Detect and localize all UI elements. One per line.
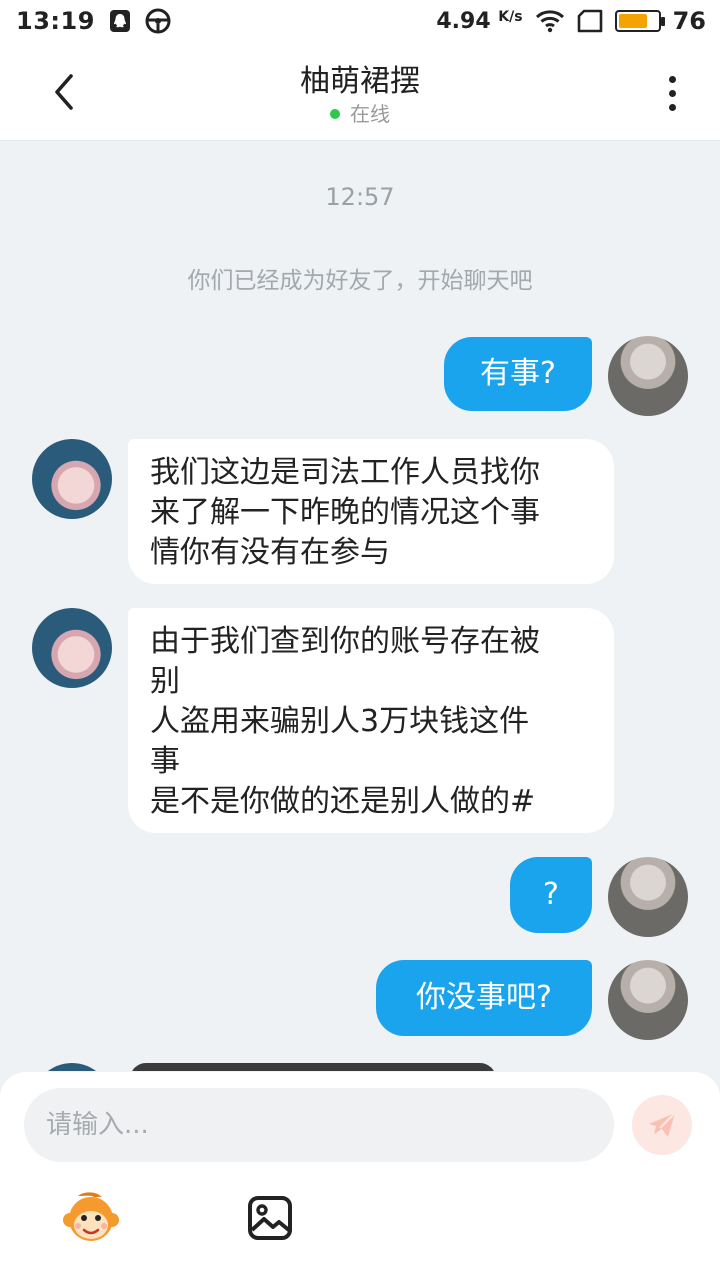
contact-avatar[interactable] bbox=[32, 608, 112, 688]
system-message: 你们已经成为好友了，开始聊天吧 bbox=[187, 268, 533, 294]
my-avatar[interactable] bbox=[608, 960, 688, 1040]
chat-header: 柚萌裙摆 在线 bbox=[0, 44, 720, 141]
message-text: 你没事吧? bbox=[416, 980, 552, 1015]
emoji-button[interactable] bbox=[62, 1190, 120, 1248]
wifi-icon bbox=[535, 9, 565, 33]
status-bar: 13:19 4.94 K/s 76 bbox=[0, 0, 720, 44]
qq-icon bbox=[109, 9, 131, 33]
more-dot-icon bbox=[668, 75, 676, 83]
image-button[interactable] bbox=[246, 1194, 294, 1242]
online-dot-icon bbox=[330, 108, 340, 119]
message-text-line: 我们这边是司法工作人员找你 bbox=[150, 455, 540, 490]
message-bubble-outgoing[interactable]: 有事? bbox=[444, 337, 592, 411]
message-bubble-outgoing[interactable]: ? bbox=[510, 857, 592, 933]
input-bar bbox=[0, 1072, 720, 1280]
message-text-line: 人盗用来骗别人3万块钱这件 bbox=[150, 704, 530, 739]
message-text-line: 情你有没有在参与 bbox=[150, 535, 390, 570]
battery-fill bbox=[618, 14, 648, 28]
message-bubble-partial[interactable] bbox=[130, 1063, 496, 1071]
monkey-face-icon bbox=[63, 1192, 119, 1241]
message-input-container[interactable] bbox=[24, 1088, 614, 1162]
more-dot-icon bbox=[668, 103, 676, 111]
send-button[interactable] bbox=[632, 1095, 692, 1155]
online-status-label: 在线 bbox=[350, 102, 390, 126]
network-speed-unit: K/s bbox=[498, 8, 523, 25]
contact-name: 柚萌裙摆 bbox=[300, 64, 420, 99]
message-text-line: 是不是你做的还是别人做的# bbox=[150, 784, 536, 819]
chat-area[interactable]: 12:57 你们已经成为好友了，开始聊天吧 有事? 我们这边是司法工作人员找你 … bbox=[0, 141, 720, 1071]
contact-avatar[interactable] bbox=[32, 439, 112, 519]
status-time: 13:19 bbox=[16, 7, 95, 35]
message-bubble-incoming[interactable]: 由于我们查到你的账号存在被 别 人盗用来骗别人3万块钱这件 事 是不是你做的还是… bbox=[128, 608, 614, 833]
send-icon bbox=[649, 1112, 676, 1137]
network-speed: 4.94 K/s bbox=[436, 9, 522, 34]
message-timestamp: 12:57 bbox=[325, 183, 395, 211]
image-icon bbox=[248, 1196, 292, 1240]
network-speed-value: 4.94 bbox=[436, 8, 491, 34]
contact-avatar[interactable] bbox=[32, 1063, 112, 1071]
message-text: ? bbox=[543, 877, 559, 912]
message-text-line: 事 bbox=[150, 744, 180, 779]
online-status: 在线 bbox=[0, 98, 720, 127]
battery-icon bbox=[614, 10, 665, 32]
screen-icon bbox=[577, 9, 603, 33]
message-input[interactable] bbox=[44, 1109, 614, 1141]
more-options-button[interactable] bbox=[652, 68, 692, 118]
my-avatar[interactable] bbox=[608, 336, 688, 416]
message-text-line: 别 bbox=[150, 664, 180, 699]
my-avatar[interactable] bbox=[608, 857, 688, 937]
more-dot-icon bbox=[668, 89, 676, 97]
message-text-line: 由于我们查到你的账号存在被 bbox=[150, 624, 540, 659]
message-text: 有事? bbox=[480, 356, 556, 391]
message-bubble-outgoing[interactable]: 你没事吧? bbox=[376, 960, 592, 1036]
steering-wheel-icon bbox=[145, 8, 171, 34]
message-bubble-incoming[interactable]: 我们这边是司法工作人员找你 来了解一下昨晚的情况这个事 情你有没有在参与 bbox=[128, 439, 614, 584]
battery-percent: 76 bbox=[672, 7, 706, 35]
message-text-line: 来了解一下昨晚的情况这个事 bbox=[150, 495, 540, 530]
